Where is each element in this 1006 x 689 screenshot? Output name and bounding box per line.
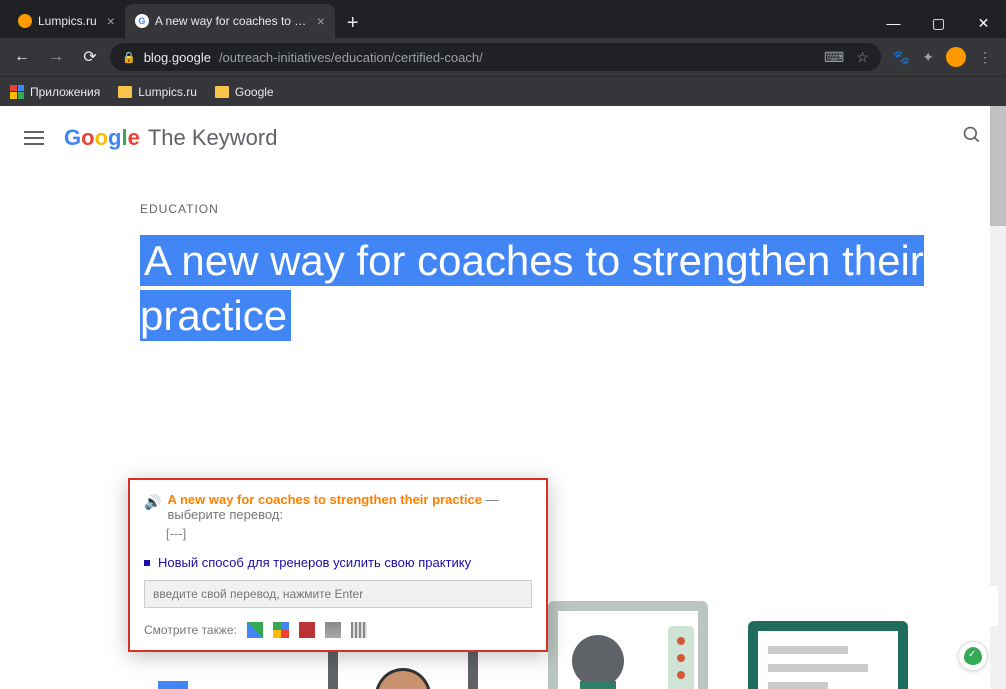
- article-category: EDUCATION: [140, 202, 1006, 216]
- bookmark-label: Lumpics.ru: [138, 85, 197, 99]
- minimize-button[interactable]: —: [871, 8, 916, 38]
- site-title: The Keyword: [148, 125, 278, 151]
- dict-icon-2[interactable]: [273, 622, 289, 638]
- lock-icon: 🔒: [122, 51, 136, 64]
- forward-button[interactable]: →: [42, 43, 70, 71]
- tab-title: Lumpics.ru: [38, 14, 97, 28]
- bookmark-folder[interactable]: Lumpics.ru: [118, 85, 197, 99]
- security-badge[interactable]: [958, 641, 988, 671]
- tab-title: A new way for coaches to strengt: [155, 14, 307, 28]
- bookmark-folder[interactable]: Google: [215, 85, 274, 99]
- profile-avatar[interactable]: [946, 47, 966, 67]
- extensions-icon[interactable]: ✦: [922, 49, 934, 66]
- transcription: [---]: [166, 526, 532, 541]
- apps-icon: [10, 85, 24, 99]
- translation-popup: 🔊 A new way for coaches to strengthen th…: [128, 478, 548, 652]
- new-tab-button[interactable]: +: [335, 8, 371, 38]
- back-button[interactable]: ←: [8, 43, 36, 71]
- url-host: blog.google: [144, 50, 211, 65]
- translate-icon[interactable]: ⌨: [824, 49, 844, 66]
- apps-shortcut[interactable]: Приложения: [10, 85, 100, 99]
- window-controls: — ▢ ✕: [871, 8, 1006, 38]
- scroll-thumb[interactable]: [990, 106, 1006, 226]
- address-bar[interactable]: 🔒 blog.google/outreach-initiatives/educa…: [110, 43, 881, 71]
- sound-icon[interactable]: 🔊: [144, 494, 161, 511]
- dict-icon-1[interactable]: [247, 622, 263, 638]
- page-content: ▲ Google The Keyword EDUCATION A new way…: [0, 106, 1006, 689]
- titlebar: Lumpics.ru × G A new way for coaches to …: [0, 0, 1006, 38]
- bullet-icon: [144, 560, 150, 566]
- dict-icon-3[interactable]: [299, 622, 315, 638]
- tabstrip: Lumpics.ru × G A new way for coaches to …: [0, 4, 871, 38]
- shield-icon: [964, 647, 982, 665]
- article: EDUCATION A new way for coaches to stren…: [0, 170, 1006, 343]
- article-headline[interactable]: A new way for coaches to strengthen thei…: [140, 234, 1006, 343]
- reload-button[interactable]: ⟳: [76, 43, 104, 71]
- site-header: Google The Keyword: [0, 106, 1006, 170]
- dict-icon-5[interactable]: [351, 622, 367, 638]
- tab-article[interactable]: G A new way for coaches to strengt ×: [125, 4, 335, 38]
- bookmark-star-icon[interactable]: ☆: [856, 49, 869, 66]
- maximize-button[interactable]: ▢: [916, 8, 961, 38]
- dict-icon-4[interactable]: [325, 622, 341, 638]
- tab-close-icon[interactable]: ×: [317, 13, 325, 29]
- tab-lumpics[interactable]: Lumpics.ru ×: [8, 4, 125, 38]
- translation-input[interactable]: [144, 580, 532, 608]
- paw-icon[interactable]: 🐾: [893, 49, 910, 66]
- menu-icon[interactable]: ⋮: [978, 49, 992, 66]
- google-logo: Google: [64, 125, 140, 151]
- favicon-lumpics: [18, 14, 32, 28]
- close-button[interactable]: ✕: [961, 8, 1006, 38]
- see-also-label: Смотрите также:: [144, 623, 237, 637]
- url-path: /outreach-initiatives/education/certifie…: [219, 50, 483, 65]
- apps-label: Приложения: [30, 85, 100, 99]
- search-icon[interactable]: [962, 125, 982, 151]
- tab-close-icon[interactable]: ×: [107, 13, 115, 29]
- bookmarks-bar: Приложения Lumpics.ru Google: [0, 76, 1006, 106]
- translation-text[interactable]: Новый способ для тренеров усилить свою п…: [158, 555, 471, 570]
- folder-icon: [118, 86, 132, 98]
- source-text: A new way for coaches to strengthen thei…: [167, 492, 482, 507]
- toolbar: ← → ⟳ 🔒 blog.google/outreach-initiatives…: [0, 38, 1006, 76]
- bookmark-label: Google: [235, 85, 274, 99]
- folder-icon: [215, 86, 229, 98]
- favicon-google: G: [135, 14, 149, 28]
- menu-button[interactable]: [24, 127, 44, 149]
